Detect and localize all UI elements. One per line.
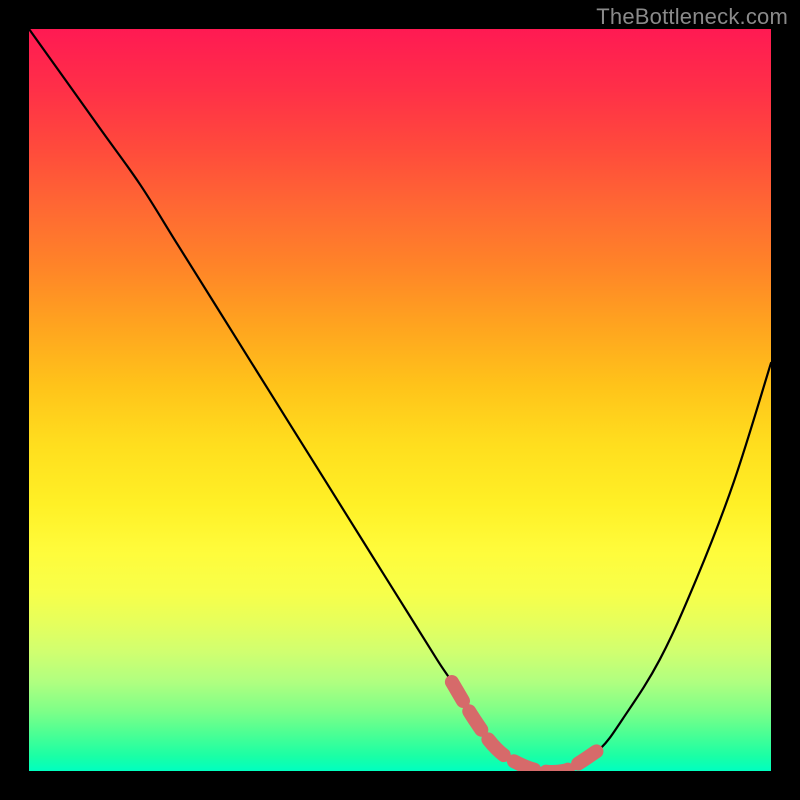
bottleneck-curve xyxy=(29,29,771,771)
plot-area xyxy=(29,29,771,771)
watermark-text: TheBottleneck.com xyxy=(596,4,788,30)
chart-frame: TheBottleneck.com xyxy=(0,0,800,800)
highlight-band xyxy=(452,682,600,771)
curve-svg xyxy=(29,29,771,771)
